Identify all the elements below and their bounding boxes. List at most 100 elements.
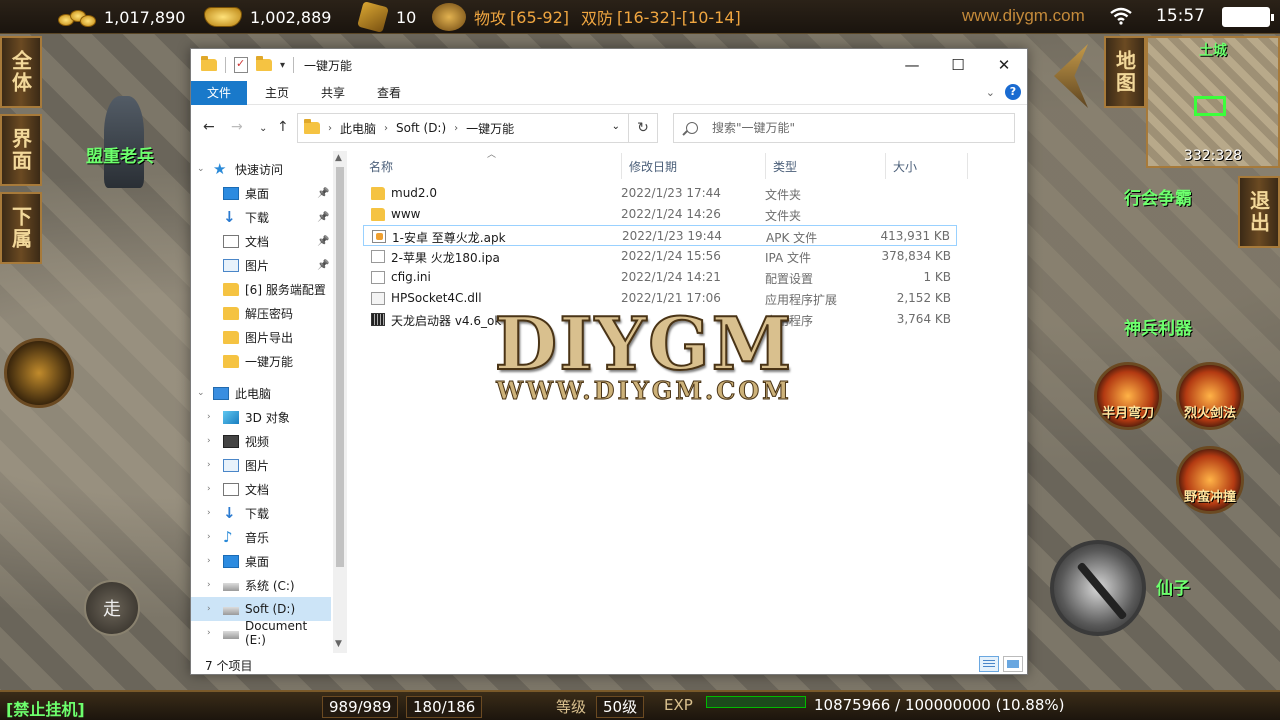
scroll-up-icon[interactable]: ▲ <box>335 153 342 163</box>
address-dropdown-icon[interactable]: ⌄ <box>612 121 620 132</box>
close-button[interactable]: ✕ <box>981 49 1027 81</box>
search-box[interactable] <box>673 113 1015 143</box>
details-view-icon[interactable] <box>979 656 999 672</box>
column-type[interactable]: 类型 <box>773 158 797 175</box>
lion-head-icon[interactable] <box>4 338 74 408</box>
chevron-down-icon[interactable]: ⌄ <box>197 164 205 174</box>
scroll-down-icon[interactable]: ▼ <box>335 639 342 649</box>
refresh-button[interactable]: ↻ <box>628 113 658 143</box>
cube-icon <box>223 410 239 424</box>
battery-icon <box>1222 7 1274 27</box>
file-date: 2022/1/24 14:26 <box>621 207 721 221</box>
forward-arrow-icon[interactable]: → <box>231 119 243 135</box>
guild-war-label[interactable]: 行会争霸 <box>1124 184 1192 209</box>
chevron-right-icon[interactable]: › <box>207 436 211 446</box>
up-arrow-icon[interactable]: ↑ <box>277 119 289 135</box>
properties-icon[interactable] <box>234 57 248 73</box>
title-bar[interactable]: ▾ 一键万能 — ☐ ✕ <box>191 49 1027 81</box>
skill-half-moon[interactable]: 半月弯刀 <box>1094 362 1162 430</box>
chevron-right-icon[interactable]: › <box>207 556 211 566</box>
chevron-right-icon[interactable]: › <box>207 460 211 470</box>
skill-blazing-sword[interactable]: 烈火剑法 <box>1176 362 1244 430</box>
tab-share[interactable]: 共享 <box>307 81 359 105</box>
column-name[interactable]: 名称 <box>369 158 393 175</box>
file-row[interactable]: 天龙启动器 v4.6_ok 应用程序 3,764 KB <box>363 309 957 330</box>
nav-item[interactable]: 文档 📌 <box>191 229 331 253</box>
file-row[interactable]: www 2022/1/24 14:26 文件夹 <box>363 204 957 225</box>
tab-view[interactable]: 查看 <box>363 81 415 105</box>
pin-icon[interactable]: 📌 <box>317 212 329 223</box>
nav-item[interactable]: ⌄ ★ 快速访问 <box>191 157 331 181</box>
file-row[interactable]: 1-安卓 至尊火龙.apk 2022/1/23 19:44 APK 文件 413,93… <box>363 225 957 246</box>
nav-item[interactable]: › 3D 对象 <box>191 405 331 429</box>
chevron-down-icon[interactable]: ⌄ <box>197 388 205 398</box>
nav-item[interactable]: 图片 📌 <box>191 253 331 277</box>
breadcrumb-soft-d[interactable]: Soft (D:) <box>396 121 446 135</box>
nav-item[interactable]: 图片导出 <box>191 325 331 349</box>
map-button[interactable]: 地图 <box>1104 36 1146 108</box>
minimize-button[interactable]: — <box>889 49 935 81</box>
customize-toolbar-icon[interactable]: ▾ <box>280 60 285 71</box>
nav-item[interactable]: › 文档 <box>191 477 331 501</box>
new-folder-icon[interactable] <box>256 56 272 71</box>
large-icons-view-icon[interactable] <box>1003 656 1023 672</box>
nav-item[interactable]: › ♪ 音乐 <box>191 525 331 549</box>
tab-file[interactable]: 文件 <box>191 80 248 105</box>
file-row[interactable]: mud2.0 2022/1/23 17:44 文件夹 <box>363 183 957 204</box>
tab-home[interactable]: 主页 <box>251 81 303 105</box>
minimap[interactable]: 土城 332:328 <box>1146 36 1280 168</box>
nav-item[interactable]: › 系统 (C:) <box>191 573 331 597</box>
chevron-right-icon[interactable]: › <box>207 580 211 590</box>
folder-icon[interactable] <box>201 56 217 71</box>
walk-button[interactable]: 走 <box>84 580 140 636</box>
chevron-right-icon[interactable]: › <box>207 412 211 422</box>
nav-item[interactable]: › 桌面 <box>191 549 331 573</box>
nav-item[interactable]: ⌄ 此电脑 <box>191 381 331 405</box>
column-size[interactable]: 大小 <box>893 158 917 175</box>
recent-locations-icon[interactable]: ⌄ <box>259 123 267 134</box>
search-input[interactable] <box>712 121 992 135</box>
nav-item[interactable]: [6] 服务端配置 <box>191 277 331 301</box>
nav-item[interactable]: › Document (E:) <box>191 619 331 647</box>
side-button-interface[interactable]: 界面 <box>0 114 42 186</box>
file-row[interactable]: 2-苹果 火龙180.ipa 2022/1/24 15:56 IPA 文件 378,8… <box>363 246 957 267</box>
navigation-scrollbar[interactable]: ▲ ▼ <box>333 151 347 653</box>
chevron-right-icon[interactable]: › <box>207 532 211 542</box>
scrollbar-thumb[interactable] <box>336 167 344 567</box>
breadcrumb-this-pc[interactable]: 此电脑 <box>340 120 376 137</box>
no-auto-hang-label[interactable]: [禁止挂机] <box>6 696 85 720</box>
maximize-button[interactable]: ☐ <box>935 49 981 81</box>
divine-weapon-label[interactable]: 神兵利器 <box>1124 314 1192 339</box>
collapse-arrow-icon[interactable] <box>1054 44 1088 108</box>
file-row[interactable]: cfig.ini 2022/1/24 14:21 配置设置 1 KB <box>363 267 957 288</box>
drive-icon <box>223 583 239 591</box>
nav-item[interactable]: 一键万能 <box>191 349 331 373</box>
file-row[interactable]: HPSocket4C.dll 2022/1/21 17:06 应用程序扩展 2,152… <box>363 288 957 309</box>
exit-button[interactable]: 退出 <box>1238 176 1280 248</box>
attack-sword-icon[interactable] <box>1050 540 1146 636</box>
chevron-right-icon[interactable]: › <box>207 604 211 614</box>
window-title: 一键万能 <box>304 58 353 73</box>
help-icon[interactable]: ? <box>1005 84 1021 100</box>
side-button-all[interactable]: 全体 <box>0 36 42 108</box>
chevron-right-icon[interactable]: › <box>207 508 211 518</box>
column-date[interactable]: 修改日期 <box>629 158 677 175</box>
nav-item[interactable]: › 视频 <box>191 429 331 453</box>
pin-icon[interactable]: 📌 <box>317 188 329 199</box>
nav-item[interactable]: 解压密码 <box>191 301 331 325</box>
breadcrumb-current[interactable]: 一键万能 <box>466 120 514 137</box>
address-bar[interactable]: › 此电脑 › Soft (D:) › 一键万能 ⌄ <box>297 113 629 143</box>
chevron-right-icon[interactable]: › <box>207 628 211 638</box>
expand-ribbon-icon[interactable]: ⌄ <box>986 86 995 99</box>
nav-item[interactable]: ↓ 下载 📌 <box>191 205 331 229</box>
nav-item[interactable]: 桌面 📌 <box>191 181 331 205</box>
chevron-right-icon[interactable]: › <box>207 484 211 494</box>
back-arrow-icon[interactable]: ← <box>203 119 215 135</box>
side-button-subordinates[interactable]: 下属 <box>0 192 42 264</box>
pin-icon[interactable]: 📌 <box>317 236 329 247</box>
skill-savage-charge[interactable]: 野蛮冲撞 <box>1176 446 1244 514</box>
nav-item[interactable]: › 图片 <box>191 453 331 477</box>
pin-icon[interactable]: 📌 <box>317 260 329 271</box>
nav-item[interactable]: › ↓ 下载 <box>191 501 331 525</box>
nav-item[interactable]: › Soft (D:) <box>191 597 331 621</box>
